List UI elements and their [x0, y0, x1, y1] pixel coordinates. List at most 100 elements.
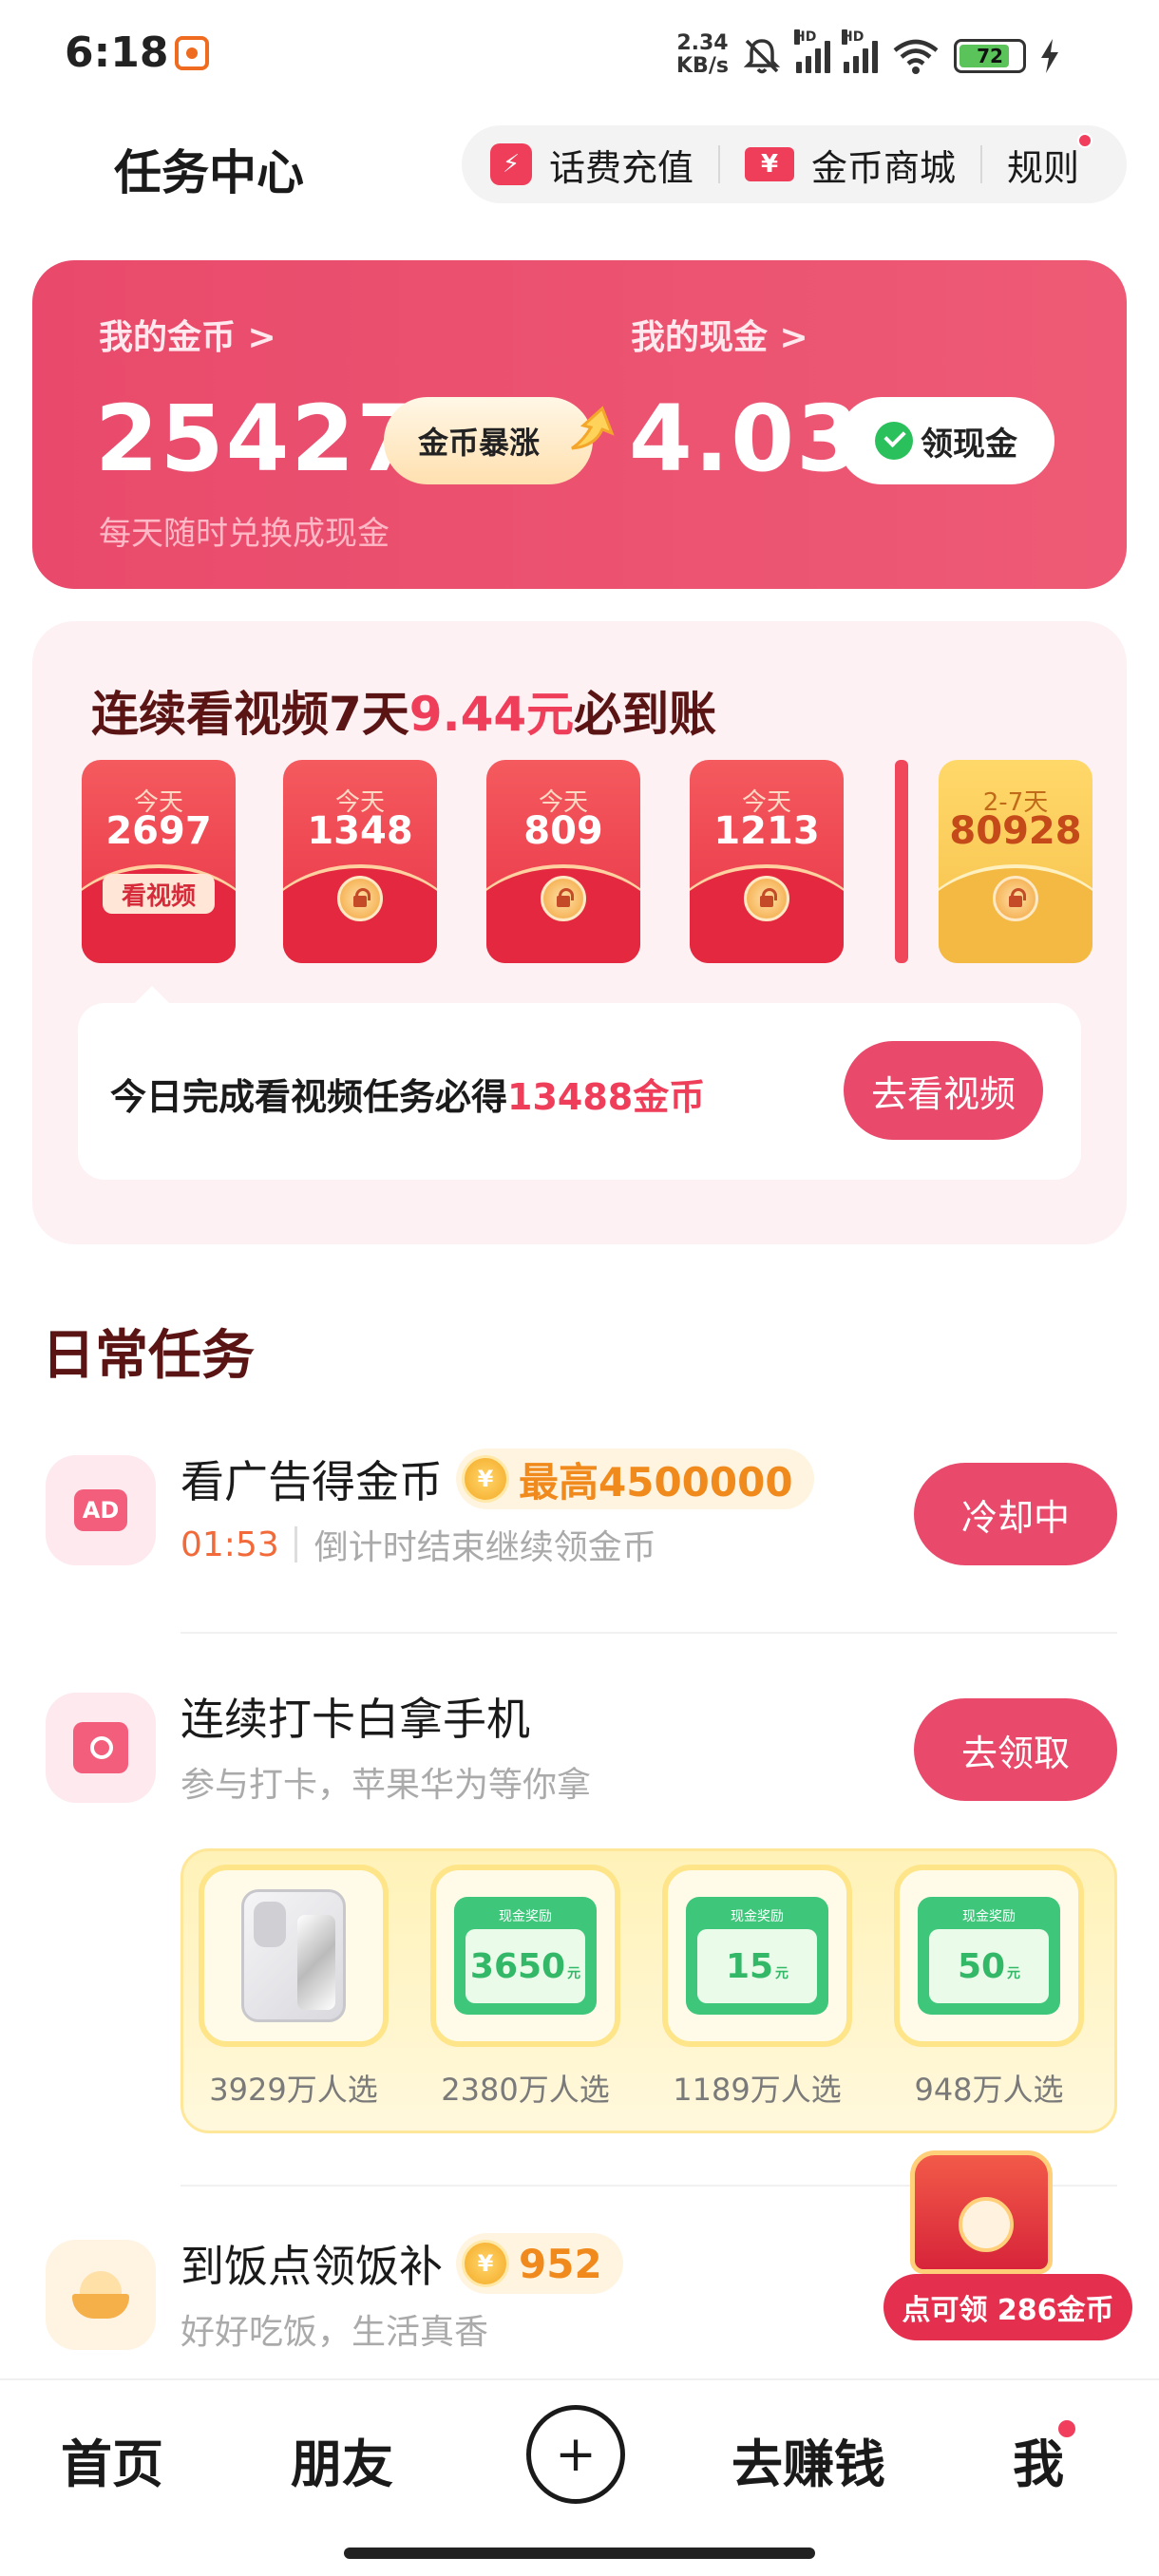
prize-label: 1189万人选 — [673, 2072, 842, 2108]
home-indicator[interactable] — [344, 2548, 815, 2559]
cash-unit: 元 — [567, 1966, 581, 1981]
task-watch-ads: AD 看广告得金币 ¥ 最高4500000 01:53 倒计时结束继续领金币 冷… — [46, 1448, 1117, 1581]
bottom-nav: 首页 朋友 + 去赚钱 我 — [0, 2378, 1159, 2576]
task-description: 倒计时结束继续领金币 — [314, 1528, 656, 1567]
my-cash-link[interactable]: 我的现金 > — [631, 310, 808, 359]
red-packet[interactable]: 今天 2697 看视频 — [82, 760, 236, 963]
status-bar: 6:18 2.34 KB/s HD HD 72 — [0, 0, 1159, 104]
cash-amount: 50 — [957, 1946, 1006, 1986]
my-coins-link[interactable]: 我的金币 > — [99, 310, 276, 359]
cash-ticket-icon: 现金奖励 3650 元 — [454, 1897, 597, 2015]
packet-value: 1348 — [307, 809, 413, 853]
nav-friends[interactable]: 朋友 — [291, 2422, 393, 2497]
ticket-icon: ¥ — [745, 147, 795, 181]
prize-item[interactable]: 现金奖励 15 元 1189万人选 — [662, 1865, 852, 2110]
countdown-timer: 01:53 — [180, 1525, 279, 1564]
charging-icon — [1041, 39, 1058, 73]
watch-video-tag: 看视频 — [103, 874, 215, 914]
task-description: 好好吃饭，生活真香 — [180, 2313, 489, 2352]
network-speed: 2.34 KB/s — [676, 32, 729, 78]
streak-title-prefix: 连续看视频7天 — [91, 687, 409, 742]
prize-card: 现金奖励 15 元 — [662, 1865, 852, 2047]
ad-icon: AD — [74, 1489, 127, 1531]
coin-reward-value: 最高4500000 — [519, 1458, 793, 1506]
cash-ticket-icon: 现金奖励 50 元 — [918, 1897, 1060, 2015]
notification-dot — [1056, 2418, 1077, 2439]
claim-coins-pill[interactable]: 点可领 286金币 — [884, 2274, 1132, 2340]
rice-bowl-icon — [72, 2271, 129, 2319]
prize-item[interactable]: 现金奖励 50 元 948万人选 — [894, 1865, 1084, 2110]
claim-cash-button[interactable]: 领现金 — [838, 397, 1054, 484]
prize-item[interactable]: 3929万人选 — [199, 1865, 389, 2110]
recharge-button[interactable]: ⚡ 话费充值 — [490, 139, 694, 191]
prize-card: 现金奖励 50 元 — [894, 1865, 1084, 2047]
notification-dot — [1077, 132, 1093, 148]
lock-icon — [541, 876, 586, 921]
coin-boost-button[interactable]: 金币暴涨 — [384, 397, 593, 484]
divider — [294, 1526, 297, 1563]
signal-icon: HD — [842, 29, 878, 73]
video-streak-card: 连续看视频7天9.44元必到账 今天 2697 看视频 今天 1348 今天 8… — [32, 621, 1127, 1244]
prize-item[interactable]: 现金奖励 3650 元 2380万人选 — [430, 1865, 620, 2110]
network-speed-unit: KB/s — [676, 54, 729, 78]
status-icons: HD HD 72 — [741, 29, 1060, 80]
boost-arrow-icon — [571, 406, 615, 450]
packet-value: 2697 — [105, 809, 212, 853]
cooldown-button[interactable]: 冷却中 — [914, 1463, 1117, 1565]
nav-earn[interactable]: 去赚钱 — [732, 2422, 885, 2497]
page-title: 任务中心 — [114, 145, 304, 200]
ticket-title: 现金奖励 — [731, 1909, 784, 1924]
lightning-icon: ⚡ — [490, 143, 532, 185]
treasure-chest-icon[interactable] — [910, 2150, 1053, 2274]
red-packet[interactable]: 今天 1348 — [283, 760, 437, 963]
ticket-title: 现金奖励 — [499, 1909, 552, 1924]
streak-title: 连续看视频7天9.44元必到账 — [91, 676, 716, 745]
prize-card: 现金奖励 3650 元 — [430, 1865, 620, 2047]
rules-label: 规则 — [1007, 146, 1080, 189]
header-actions: ⚡ 话费充值 ¥ 金币商城 规则 — [462, 125, 1127, 203]
divider — [718, 145, 721, 183]
prize-label: 948万人选 — [914, 2072, 1064, 2108]
task-title: 看广告得金币 — [180, 1456, 443, 1507]
lock-icon — [993, 876, 1038, 921]
task-icon — [46, 2240, 156, 2350]
packet-value: 80928 — [949, 809, 1082, 853]
streak-title-suffix: 必到账 — [574, 687, 717, 742]
plus-icon[interactable]: + — [526, 2405, 625, 2504]
recharge-label: 话费充值 — [549, 146, 694, 189]
divider — [980, 145, 983, 183]
coin-mall-label: 金币商城 — [811, 146, 957, 189]
cash-balance: 4.03 — [629, 386, 862, 492]
gold-red-packet[interactable]: 2-7天 80928 — [939, 760, 1092, 963]
nav-me[interactable]: 我 — [1013, 2418, 1077, 2497]
rules-button[interactable]: 规则 — [1007, 132, 1093, 191]
divider — [180, 1632, 1117, 1634]
claim-button[interactable]: 去领取 — [914, 1698, 1117, 1801]
packet-divider — [895, 760, 908, 963]
cash-amount: 15 — [725, 1946, 774, 1986]
wallet-subtext: 每天随时兑换成现金 — [99, 515, 390, 553]
coin-reward-badge: ¥ 最高4500000 — [456, 1449, 814, 1509]
mute-bell-icon — [743, 39, 781, 74]
red-packet[interactable]: 今天 1213 — [690, 760, 844, 963]
cash-amount: 3650 — [469, 1946, 566, 1986]
coins-balance: 25427 — [95, 386, 422, 492]
task-subtitle: 01:53 倒计时结束继续领金币 — [180, 1520, 656, 1569]
prize-label: 3929万人选 — [209, 2072, 378, 2108]
task-text-prefix: 今日完成看视频任务必得 — [110, 1076, 508, 1118]
coin-mall-button[interactable]: ¥ 金币商城 — [745, 139, 956, 191]
coin-reward-badge: ¥ 952 — [456, 2233, 623, 2294]
battery-icon: 72 — [954, 39, 1026, 73]
task-text-amount: 13488金币 — [507, 1076, 706, 1118]
task-icon: AD — [46, 1455, 156, 1565]
red-packet[interactable]: 今天 809 — [486, 760, 640, 963]
go-watch-video-button[interactable]: 去看视频 — [844, 1041, 1043, 1140]
hd-label: HD — [794, 29, 817, 45]
wifi-icon — [893, 39, 939, 74]
packet-value: 1213 — [713, 809, 820, 853]
claim-cash-label: 领现金 — [921, 425, 1017, 464]
task-title: 到饭点领饭补 — [180, 2241, 443, 2292]
daily-video-task: 今日完成看视频任务必得13488金币 去看视频 — [78, 1003, 1081, 1180]
task-name: 看广告得金币 ¥ 最高4500000 — [180, 1448, 814, 1510]
nav-home[interactable]: 首页 — [61, 2422, 163, 2497]
